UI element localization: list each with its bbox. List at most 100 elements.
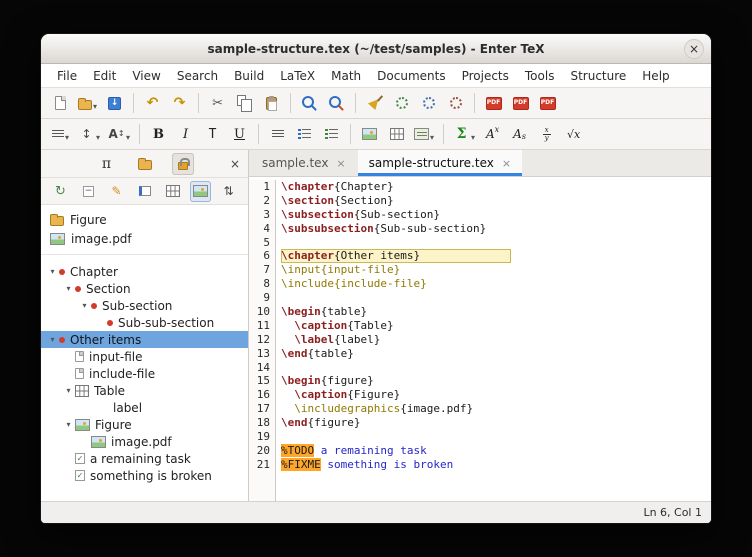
math-sum-dropdown[interactable]: Σ [450, 122, 478, 147]
code-line[interactable]: \label{label} [281, 333, 711, 347]
pdf-forward-search-button[interactable] [508, 91, 533, 116]
collapse-all-button[interactable]: − [78, 181, 99, 202]
paste-button[interactable] [259, 91, 284, 116]
line-number[interactable]: 5 [249, 236, 270, 250]
tab-close-icon[interactable]: × [502, 157, 511, 170]
show-tables-button[interactable] [162, 181, 183, 202]
redo-button[interactable]: ↷ [167, 91, 192, 116]
menu-file[interactable]: File [49, 66, 85, 86]
code-editor[interactable]: 123456789101112131415161718192021 \chapt… [249, 177, 711, 501]
code-line[interactable]: \caption{Figure} [281, 388, 711, 402]
insert-environment-dropdown[interactable] [411, 122, 437, 147]
expander-icon[interactable] [62, 420, 75, 429]
tree-item-a-remaining-task[interactable]: a remaining task [41, 450, 248, 467]
underline-button[interactable]: U [227, 122, 252, 147]
code-line[interactable]: \begin{figure} [281, 374, 711, 388]
line-number[interactable]: 16 [249, 388, 270, 402]
enumerate-button[interactable] [319, 122, 344, 147]
compile-button[interactable] [416, 91, 441, 116]
code-line[interactable]: \chapter{Other items} [281, 249, 511, 263]
code-line[interactable] [281, 291, 711, 305]
line-number[interactable]: 17 [249, 402, 270, 416]
tree-item-input-file[interactable]: input-file [41, 348, 248, 365]
menu-help[interactable]: Help [634, 66, 677, 86]
tree-item-table[interactable]: Table [41, 382, 248, 399]
refresh-structure-button[interactable]: ↻ [50, 181, 71, 202]
line-number[interactable]: 10 [249, 305, 270, 319]
bibliography-button[interactable] [443, 91, 468, 116]
quick-build-button[interactable] [389, 91, 414, 116]
tab-close-icon[interactable]: × [336, 157, 345, 170]
square-root-button[interactable]: √x [561, 122, 586, 147]
undo-button[interactable]: ↶ [140, 91, 165, 116]
align-center-button[interactable] [265, 122, 290, 147]
line-number[interactable]: 14 [249, 361, 270, 375]
line-number[interactable]: 1 [249, 180, 270, 194]
tree-item-other-items[interactable]: Other items [41, 331, 248, 348]
code-line[interactable]: \chapter{Chapter} [281, 180, 711, 194]
tab-sample-tex[interactable]: sample.tex× [251, 150, 357, 176]
menu-latex[interactable]: LaTeX [272, 66, 323, 86]
line-number[interactable]: 12 [249, 333, 270, 347]
save-button[interactable] [102, 91, 127, 116]
code-line[interactable]: \section{Section} [281, 194, 711, 208]
line-number[interactable]: 18 [249, 416, 270, 430]
paragraph-style-dropdown[interactable] [48, 122, 73, 147]
code-line[interactable]: \begin{table} [281, 305, 711, 319]
file-item-image-pdf[interactable]: image.pdf [41, 229, 248, 248]
symbols-panel-button[interactable]: π [96, 153, 118, 175]
code-line[interactable] [281, 236, 711, 250]
code-line[interactable]: %FIXME something is broken [281, 458, 711, 472]
expander-icon[interactable] [62, 386, 75, 395]
line-number[interactable]: 4 [249, 222, 270, 236]
expander-icon[interactable] [78, 301, 91, 310]
menu-tools[interactable]: Tools [517, 66, 563, 86]
code-line[interactable]: \end{figure} [281, 416, 711, 430]
code-content[interactable]: \chapter{Chapter}\section{Section}\subse… [276, 180, 711, 501]
expander-icon[interactable] [46, 267, 59, 276]
new-document-button[interactable] [48, 91, 73, 116]
insert-image-button[interactable] [357, 122, 382, 147]
bold-button[interactable]: B [146, 122, 171, 147]
cut-button[interactable]: ✂ [205, 91, 230, 116]
tree-item-include-file[interactable]: include-file [41, 365, 248, 382]
code-line[interactable]: \subsubsection{Sub-sub-section} [281, 222, 711, 236]
sort-structure-button[interactable]: ⇅ [218, 181, 239, 202]
line-number-gutter[interactable]: 123456789101112131415161718192021 [249, 180, 276, 501]
structure-panel-button[interactable] [172, 153, 194, 175]
code-line[interactable]: \input{input-file} [281, 263, 711, 277]
follow-cursor-button[interactable] [134, 181, 155, 202]
tab-sample-structure-tex[interactable]: sample-structure.tex× [358, 150, 522, 176]
line-number[interactable]: 15 [249, 374, 270, 388]
itemize-button[interactable] [292, 122, 317, 147]
tree-item-sub-sub-section[interactable]: Sub-sub-section [41, 314, 248, 331]
tree-item-chapter[interactable]: Chapter [41, 263, 248, 280]
superscript-button[interactable] [480, 122, 505, 147]
menu-search[interactable]: Search [169, 66, 226, 86]
view-pdf-button[interactable] [481, 91, 506, 116]
line-spacing-dropdown[interactable]: ↕ [75, 122, 103, 147]
tree-item-something-is-broken[interactable]: something is broken [41, 467, 248, 484]
menu-view[interactable]: View [124, 66, 168, 86]
line-number[interactable]: 21 [249, 458, 270, 472]
code-line[interactable]: \caption{Table} [281, 319, 711, 333]
tree-item-section[interactable]: Section [41, 280, 248, 297]
menu-structure[interactable]: Structure [562, 66, 634, 86]
line-number[interactable]: 8 [249, 277, 270, 291]
fraction-button[interactable] [534, 122, 559, 147]
line-number[interactable]: 11 [249, 319, 270, 333]
title-case-button[interactable]: T [200, 122, 225, 147]
title-bar[interactable]: sample-structure.tex (~/test/samples) - … [41, 34, 711, 64]
show-figures-button[interactable] [190, 181, 211, 202]
menu-documents[interactable]: Documents [369, 66, 453, 86]
line-number[interactable]: 7 [249, 263, 270, 277]
find-replace-button[interactable] [324, 91, 349, 116]
file-browser-panel-button[interactable] [134, 153, 156, 175]
insert-table-button[interactable] [384, 122, 409, 147]
menu-edit[interactable]: Edit [85, 66, 124, 86]
line-number[interactable]: 3 [249, 208, 270, 222]
window-close-button[interactable]: × [684, 39, 704, 59]
code-line[interactable]: \subsection{Sub-section} [281, 208, 711, 222]
tree-item-image-pdf[interactable]: image.pdf [41, 433, 248, 450]
code-line[interactable] [281, 430, 711, 444]
